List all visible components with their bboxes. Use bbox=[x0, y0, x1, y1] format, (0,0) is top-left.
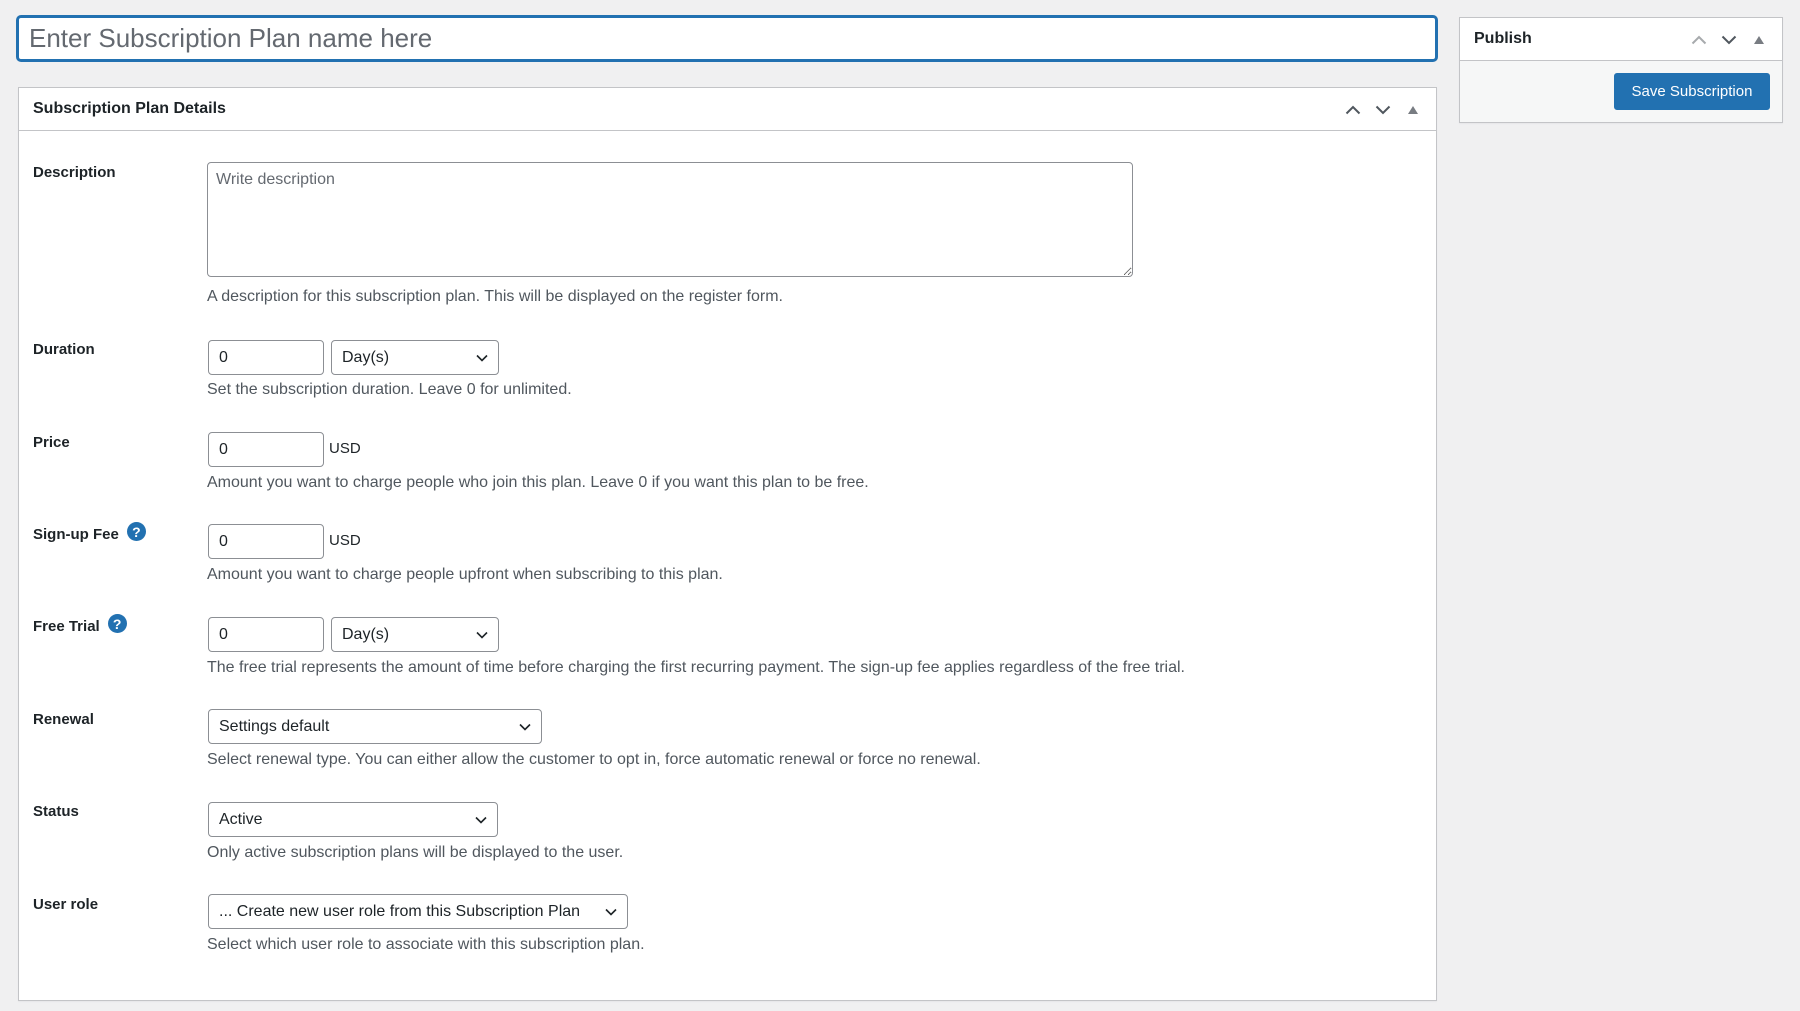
price-currency: USD bbox=[329, 440, 361, 457]
chevron-down-icon bbox=[476, 354, 488, 362]
user-role-label-text: User role bbox=[33, 896, 99, 913]
chevron-down-icon bbox=[519, 723, 531, 731]
renewal-label: Renewal bbox=[33, 711, 94, 728]
status-value: Active bbox=[219, 810, 263, 828]
description-label: Description bbox=[33, 164, 116, 181]
publish-handle-actions bbox=[1684, 18, 1774, 61]
duration-unit-value: Day(s) bbox=[342, 348, 390, 366]
duration-label: Duration bbox=[33, 341, 95, 358]
free-trial-label: Free Trial ? bbox=[33, 614, 127, 635]
duration-hint: Set the subscription duration. Leave 0 f… bbox=[207, 381, 572, 398]
save-subscription-button[interactable]: Save Subscription bbox=[1614, 73, 1770, 110]
renewal-label-text: Renewal bbox=[33, 711, 94, 728]
description-textarea[interactable] bbox=[207, 162, 1133, 277]
duration-unit-select[interactable]: Day(s) bbox=[331, 340, 499, 375]
chevron-down-icon bbox=[1375, 105, 1391, 114]
free-trial-unit-select[interactable]: Day(s) bbox=[331, 617, 499, 652]
subscription-plan-details-header: Subscription Plan Details bbox=[19, 88, 1436, 131]
description-label-text: Description bbox=[33, 164, 116, 181]
user-role-hint: Select which user role to associate with… bbox=[207, 936, 645, 953]
signup-fee-input[interactable] bbox=[208, 524, 324, 559]
signup-fee-label: Sign-up Fee ? bbox=[33, 522, 146, 543]
move-down-button[interactable] bbox=[1368, 92, 1398, 128]
toggle-panel-button[interactable] bbox=[1398, 92, 1428, 128]
publish-body: Save Subscription bbox=[1460, 61, 1782, 122]
renewal-select[interactable]: Settings default bbox=[208, 709, 542, 744]
status-hint: Only active subscription plans will be d… bbox=[207, 844, 624, 861]
box-handle-actions bbox=[1338, 88, 1428, 131]
publish-box: Publish Save Subscription bbox=[1459, 17, 1783, 123]
user-role-value: ... Create new user role from this Subsc… bbox=[219, 902, 581, 920]
toggle-panel-button[interactable] bbox=[1744, 22, 1774, 58]
chevron-down-icon bbox=[1721, 35, 1737, 44]
price-hint: Amount you want to charge people who joi… bbox=[207, 474, 869, 491]
signup-fee-label-text: Sign-up Fee bbox=[33, 526, 119, 543]
user-role-select[interactable]: ... Create new user role from this Subsc… bbox=[208, 894, 628, 929]
chevron-down-icon bbox=[605, 908, 617, 916]
triangle-up-icon bbox=[1754, 35, 1764, 44]
price-input[interactable] bbox=[208, 432, 324, 467]
user-role-label: User role bbox=[33, 896, 98, 913]
move-up-button[interactable] bbox=[1338, 92, 1368, 128]
help-icon[interactable]: ? bbox=[126, 522, 146, 541]
renewal-value: Settings default bbox=[219, 717, 330, 735]
move-down-button[interactable] bbox=[1714, 22, 1744, 58]
free-trial-input[interactable] bbox=[208, 617, 324, 652]
status-label: Status bbox=[33, 803, 79, 820]
renewal-hint: Select renewal type. You can either allo… bbox=[207, 751, 981, 768]
price-label-text: Price bbox=[33, 434, 70, 451]
status-label-text: Status bbox=[33, 803, 79, 820]
signup-fee-hint: Amount you want to charge people upfront… bbox=[207, 566, 723, 583]
price-label: Price bbox=[33, 434, 70, 451]
duration-input[interactable] bbox=[208, 340, 324, 375]
duration-label-text: Duration bbox=[33, 341, 95, 358]
help-icon[interactable]: ? bbox=[107, 614, 127, 633]
chevron-down-icon bbox=[475, 816, 487, 824]
move-up-button[interactable] bbox=[1684, 22, 1714, 58]
chevron-up-icon bbox=[1691, 35, 1707, 44]
description-hint: A description for this subscription plan… bbox=[207, 288, 783, 305]
signup-fee-currency: USD bbox=[329, 532, 361, 549]
subscription-plan-name-input[interactable] bbox=[17, 16, 1437, 61]
publish-header: Publish bbox=[1460, 18, 1782, 61]
chevron-up-icon bbox=[1345, 105, 1361, 114]
subscription-plan-details-box: Subscription Plan Details Description A … bbox=[18, 87, 1437, 1001]
triangle-up-icon bbox=[1408, 105, 1418, 114]
box-title: Subscription Plan Details bbox=[33, 100, 226, 117]
status-select[interactable]: Active bbox=[208, 802, 498, 837]
free-trial-hint: The free trial represents the amount of … bbox=[207, 659, 1185, 676]
publish-title: Publish bbox=[1474, 30, 1532, 47]
chevron-down-icon bbox=[476, 631, 488, 639]
free-trial-label-text: Free Trial bbox=[33, 618, 100, 635]
free-trial-unit-value: Day(s) bbox=[342, 625, 390, 643]
